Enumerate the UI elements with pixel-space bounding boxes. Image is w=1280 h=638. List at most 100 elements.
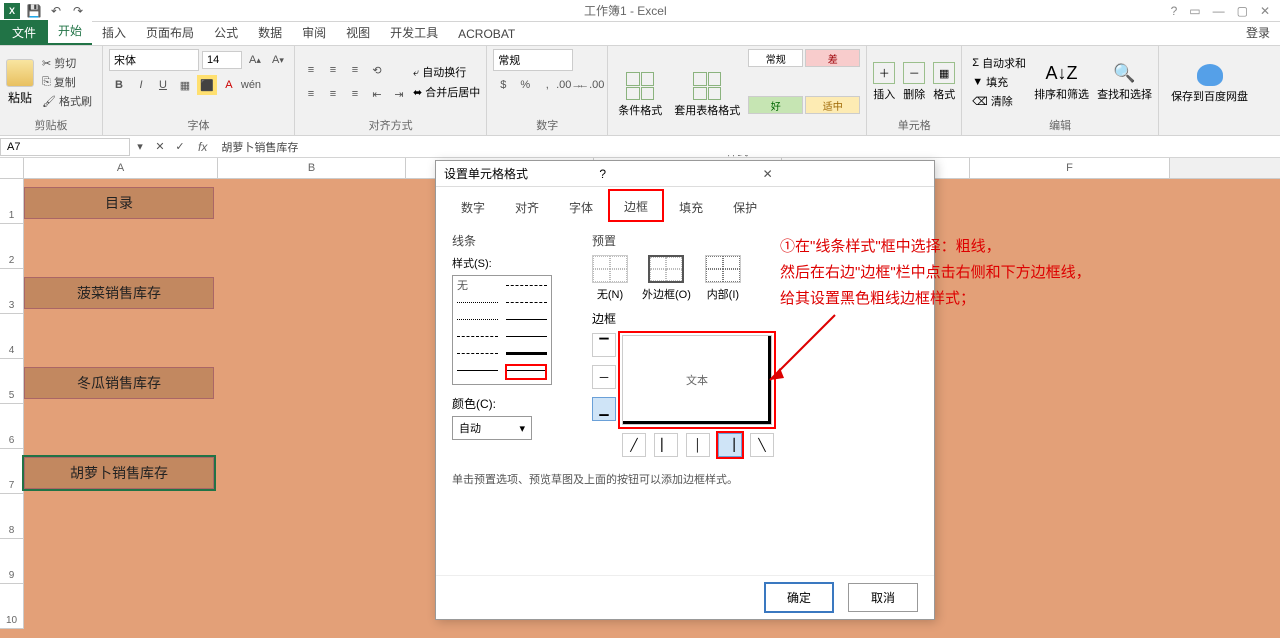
find-select-button[interactable]: 🔍查找和选择 (1097, 63, 1152, 102)
preset-outer-button[interactable]: 外边框(O) (642, 255, 691, 302)
preset-none-button[interactable]: 无(N) (592, 255, 628, 302)
cancel-button[interactable]: 取消 (848, 583, 918, 612)
data-cell[interactable]: 菠菜销售库存 (24, 277, 214, 309)
dlg-tab-fill[interactable]: 填充 (664, 193, 718, 222)
style-neutral[interactable]: 适中 (805, 96, 860, 114)
dialog-help-icon[interactable]: ? (599, 167, 754, 181)
col-header-a[interactable]: A (24, 158, 218, 178)
undo-icon[interactable]: ↶ (48, 3, 64, 19)
border-diag2-button[interactable]: ╲ (750, 433, 774, 457)
style-good[interactable]: 好 (748, 96, 803, 114)
line-style-item[interactable] (506, 331, 547, 341)
tab-layout[interactable]: 页面布局 (136, 20, 204, 45)
border-color-selector[interactable]: 自动 ▾ (452, 416, 532, 440)
accept-formula-icon[interactable]: ✓ (170, 137, 190, 157)
format-table-button[interactable]: 套用表格格式 (670, 70, 744, 120)
decrease-font-icon[interactable]: A▾ (268, 50, 288, 70)
data-cell[interactable]: 胡萝卜销售库存 (24, 457, 214, 489)
insert-cell-button[interactable]: ＋插入 (873, 62, 895, 102)
preset-inner-button[interactable]: 内部(I) (705, 255, 741, 302)
align-middle-icon[interactable]: ≡ (323, 60, 343, 80)
fill-button[interactable]: ▼填充 (968, 73, 1030, 91)
cell[interactable] (24, 494, 218, 539)
ok-button[interactable]: 确定 (764, 582, 834, 613)
style-normal[interactable]: 常规 (748, 49, 803, 67)
dlg-tab-font[interactable]: 字体 (554, 193, 608, 222)
cell[interactable] (24, 539, 218, 584)
cell-styles-gallery[interactable]: 常规 差 好 适中 (748, 49, 860, 141)
indent-dec-icon[interactable]: ⇤ (367, 84, 387, 104)
line-style-none[interactable]: 无 (457, 280, 498, 290)
row-header[interactable]: 7 (0, 449, 24, 494)
row-header[interactable]: 6 (0, 404, 24, 449)
data-cell[interactable]: 目录 (24, 187, 214, 219)
wrap-text-button[interactable]: ⤶ 自动换行 (413, 64, 480, 80)
cell[interactable]: 冬瓜销售库存 (24, 359, 218, 404)
border-vmid-button[interactable]: │ (686, 433, 710, 457)
dlg-tab-border[interactable]: 边框 (608, 189, 664, 222)
style-bad[interactable]: 差 (805, 49, 860, 67)
border-right-button[interactable]: ▕ (718, 433, 742, 457)
dlg-tab-protect[interactable]: 保护 (718, 193, 772, 222)
cell[interactable] (24, 224, 218, 269)
line-style-item[interactable] (506, 280, 547, 290)
save-baidu-button[interactable]: 保存到百度网盘 (1165, 64, 1254, 104)
line-style-item[interactable] (457, 366, 498, 376)
row-header[interactable]: 2 (0, 224, 24, 269)
phonetic-button[interactable]: wén (241, 75, 261, 95)
line-style-thick[interactable] (506, 349, 547, 359)
merge-center-button[interactable]: ⬌ 合并后居中 (413, 84, 480, 100)
line-style-box[interactable]: 无 (452, 275, 552, 385)
tab-file[interactable]: 文件 (0, 20, 48, 45)
tab-insert[interactable]: 插入 (92, 20, 136, 45)
autosum-button[interactable]: Σ自动求和 (968, 54, 1030, 72)
clear-button[interactable]: ⌫清除 (968, 92, 1030, 110)
number-format-selector[interactable]: 常规 (493, 49, 573, 71)
tab-dev[interactable]: 开发工具 (380, 20, 448, 45)
fx-icon[interactable]: fx (190, 140, 215, 154)
cancel-formula-icon[interactable]: ✕ (150, 137, 170, 157)
underline-button[interactable]: U (153, 75, 173, 95)
row-header[interactable]: 9 (0, 539, 24, 584)
close-window-icon[interactable]: ✕ (1260, 4, 1270, 18)
italic-button[interactable]: I (131, 75, 151, 95)
tab-data[interactable]: 数据 (248, 20, 292, 45)
line-style-item[interactable] (506, 314, 547, 324)
cell[interactable]: 胡萝卜销售库存 (24, 449, 218, 494)
cut-button[interactable]: ✂剪切 (38, 54, 96, 72)
indent-inc-icon[interactable]: ⇥ (389, 84, 409, 104)
row-header[interactable]: 10 (0, 584, 24, 629)
tab-acrobat[interactable]: ACROBAT (448, 23, 525, 45)
line-style-item[interactable] (457, 349, 498, 359)
cell[interactable] (24, 584, 218, 629)
align-top-icon[interactable]: ≡ (301, 60, 321, 80)
select-all-corner[interactable] (0, 158, 24, 178)
border-bottom-button[interactable]: ▁ (592, 397, 616, 421)
tab-view[interactable]: 视图 (336, 20, 380, 45)
dlg-tab-number[interactable]: 数字 (446, 193, 500, 222)
tab-review[interactable]: 审阅 (292, 20, 336, 45)
border-preview[interactable]: 文本 (622, 335, 772, 425)
currency-icon[interactable]: $ (493, 75, 513, 95)
align-left-icon[interactable]: ≡ (301, 84, 321, 104)
format-painter-button[interactable]: 🖌格式刷 (38, 92, 96, 110)
row-header[interactable]: 4 (0, 314, 24, 359)
font-name-selector[interactable]: 宋体 (109, 49, 199, 71)
save-icon[interactable]: 💾 (26, 3, 42, 19)
comma-icon[interactable]: , (537, 75, 557, 95)
formula-input[interactable] (215, 139, 1280, 155)
border-left-button[interactable]: ▏ (654, 433, 678, 457)
tab-home[interactable]: 开始 (48, 18, 92, 45)
bold-button[interactable]: B (109, 75, 129, 95)
border-button[interactable]: ▦ (175, 75, 195, 95)
login-link[interactable]: 登录 (1236, 20, 1280, 45)
dlg-tab-align[interactable]: 对齐 (500, 193, 554, 222)
minimize-icon[interactable]: — (1213, 4, 1225, 18)
increase-font-icon[interactable]: A▴ (245, 50, 265, 70)
delete-cell-button[interactable]: －删除 (903, 62, 925, 102)
cell[interactable] (24, 404, 218, 449)
border-top-button[interactable]: ▔ (592, 333, 616, 357)
redo-icon[interactable]: ↷ (70, 3, 86, 19)
font-color-button[interactable]: A (219, 75, 239, 95)
ribbon-options-icon[interactable]: ▭ (1189, 4, 1200, 18)
